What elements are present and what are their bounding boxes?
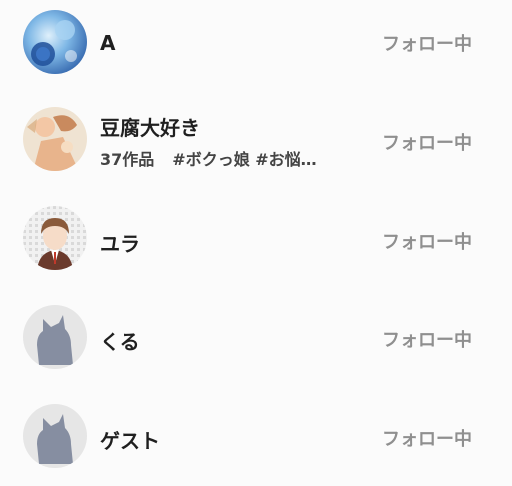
user-name[interactable]: くる: [100, 326, 140, 355]
user-row[interactable]: ゲスト フォロー中: [0, 397, 512, 477]
avatar[interactable]: [23, 206, 87, 270]
following-button[interactable]: フォロー中: [382, 129, 472, 155]
anime-portrait-avatar-image: [23, 206, 87, 270]
avatar[interactable]: [23, 10, 87, 74]
following-button[interactable]: フォロー中: [382, 30, 472, 56]
default-cat-icon: [23, 404, 87, 468]
blue-rose-avatar-image: [23, 10, 87, 74]
user-row[interactable]: 豆腐大好き 37作品 #ボクっ娘 #お悩… フォロー中: [0, 101, 512, 181]
user-name[interactable]: 豆腐大好き: [100, 112, 200, 141]
works-count: 37作品: [100, 150, 155, 169]
avatar[interactable]: [23, 107, 87, 171]
user-name[interactable]: ゲスト: [100, 425, 160, 454]
user-name[interactable]: A: [100, 31, 115, 55]
illustration-avatar-image: [23, 107, 87, 171]
user-name[interactable]: ユラ: [100, 228, 140, 257]
user-row[interactable]: ユラ フォロー中: [0, 200, 512, 280]
user-meta: 37作品 #ボクっ娘 #お悩…: [100, 146, 350, 170]
default-cat-icon: [23, 305, 87, 369]
following-button[interactable]: フォロー中: [382, 425, 472, 451]
following-button[interactable]: フォロー中: [382, 228, 472, 254]
avatar[interactable]: [23, 305, 87, 369]
user-row[interactable]: A フォロー中: [0, 2, 512, 82]
user-tags: #ボクっ娘 #お悩…: [172, 150, 317, 169]
following-button[interactable]: フォロー中: [382, 326, 472, 352]
following-list: A フォロー中 豆腐大好き 37作品 #ボクっ娘 #お悩… フォロー中 ユラ フ…: [0, 0, 512, 486]
user-row[interactable]: くる フォロー中: [0, 298, 512, 378]
avatar[interactable]: [23, 404, 87, 468]
